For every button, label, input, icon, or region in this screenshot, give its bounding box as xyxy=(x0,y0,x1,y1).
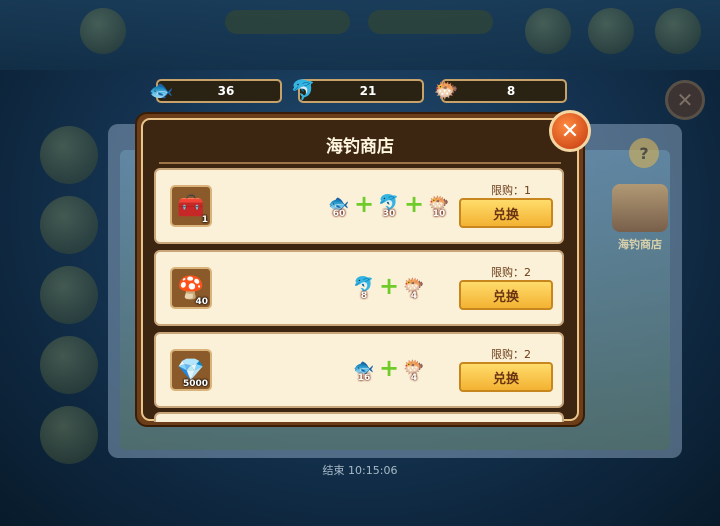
cost-list: 🐬 8 + 🐡 4 xyxy=(351,272,427,301)
purchase-limit: 限购：2 xyxy=(491,266,531,279)
cost-list: 🐟 16 + 🐡 4 xyxy=(351,354,427,383)
item-quantity: 5000 xyxy=(182,379,208,389)
bg-currency-pill xyxy=(225,10,350,34)
cost-quantity: 4 xyxy=(410,373,418,383)
mushroom-icon[interactable]: 🍄 40 xyxy=(170,267,212,309)
purple-fish-icon: 🐡 4 xyxy=(401,274,427,301)
resource-gold-fish: 🐟 36 xyxy=(149,78,282,103)
plus-icon: + xyxy=(354,190,375,218)
close-button[interactable]: ✕ xyxy=(549,110,591,152)
gold-fish-icon: 🐟 xyxy=(148,78,174,102)
bg-top-icon xyxy=(525,8,571,54)
resource-purple-fish: 🐡 8 xyxy=(434,78,567,103)
shop-row: 🧰 1 🐟 60 + 🐬 30 + 🐡 10 限购：1 兑换 xyxy=(154,168,564,244)
shop-row-partial xyxy=(154,412,564,422)
item-glyph: 🧰 xyxy=(177,193,205,219)
cost-quantity: 4 xyxy=(410,291,418,301)
resource-count: 8 xyxy=(506,84,516,98)
exchange-button[interactable]: 兑换 xyxy=(459,362,553,392)
plus-icon: + xyxy=(379,354,400,382)
shop-row: 🍄 40 🐬 8 + 🐡 4 限购：2 兑换 xyxy=(154,250,564,326)
shop-stall-label: 海钓商店 xyxy=(618,238,662,251)
blue-fish-icon: 🐬 30 xyxy=(376,192,402,219)
purple-fish-icon: 🐡 10 xyxy=(426,192,452,219)
cost-list: 🐟 60 + 🐬 30 + 🐡 10 xyxy=(326,190,452,219)
bg-side-icon xyxy=(40,126,98,184)
plus-icon: + xyxy=(379,272,400,300)
dialog-title: 海钓商店 xyxy=(326,137,394,157)
bg-side-icon xyxy=(40,196,98,254)
resource-count: 21 xyxy=(359,84,377,98)
event-end-time: 结束 10:15:06 xyxy=(322,464,398,477)
title-divider xyxy=(159,162,561,164)
exchange-button[interactable]: 兑换 xyxy=(459,280,553,310)
resource-blue-fish: 🐬 21 xyxy=(291,78,424,103)
bg-top-icon xyxy=(588,8,634,54)
shop-stall-icon[interactable] xyxy=(612,184,668,232)
bg-currency-pill xyxy=(368,10,493,34)
bg-side-icon xyxy=(40,336,98,394)
bg-top-icon xyxy=(80,8,126,54)
diamond-icon[interactable]: 💎 5000 xyxy=(170,349,212,391)
purchase-limit: 限购：2 xyxy=(491,348,531,361)
exchange-button[interactable]: 兑换 xyxy=(459,198,553,228)
cost-quantity: 8 xyxy=(360,291,368,301)
plus-icon: + xyxy=(404,190,425,218)
purchase-limit: 限购：1 xyxy=(491,184,531,197)
purple-fish-icon: 🐡 4 xyxy=(401,356,427,383)
item-quantity: 40 xyxy=(195,297,208,307)
cost-quantity: 30 xyxy=(382,209,396,219)
gold-fish-icon: 🐟 60 xyxy=(326,192,352,219)
blue-fish-icon: 🐬 xyxy=(290,78,316,102)
bg-top-icon xyxy=(655,8,701,54)
resource-count: 36 xyxy=(217,84,235,98)
purple-fish-icon: 🐡 xyxy=(433,78,459,102)
gold-fish-icon: 🐟 16 xyxy=(351,356,377,383)
cost-quantity: 16 xyxy=(357,373,371,383)
help-icon[interactable]: ? xyxy=(629,138,659,168)
bg-side-icon xyxy=(40,406,98,464)
item-quantity: 1 xyxy=(201,215,208,225)
bg-side-icon xyxy=(40,266,98,324)
blue-fish-icon: 🐬 8 xyxy=(351,274,377,301)
bg-close-icon: ✕ xyxy=(665,80,705,120)
cost-quantity: 60 xyxy=(332,209,346,219)
cost-quantity: 10 xyxy=(432,209,446,219)
gold-chest-icon[interactable]: 🧰 1 xyxy=(170,185,212,227)
shop-row: 💎 5000 🐟 16 + 🐡 4 限购：2 兑换 xyxy=(154,332,564,408)
